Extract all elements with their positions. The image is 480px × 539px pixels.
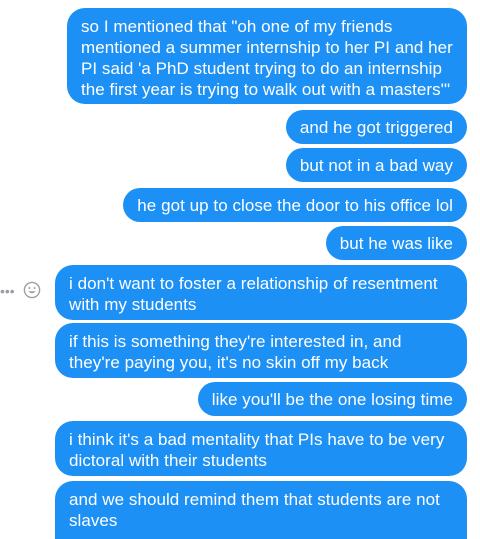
message-bubble[interactable]: so I mentioned that "oh one of my friend… [67, 8, 467, 104]
message-bubble[interactable]: i think it's a bad mentality that PIs ha… [55, 421, 467, 476]
message-bubble[interactable]: if this is something they're interested … [55, 323, 467, 378]
message-text: so I mentioned that "oh one of my friend… [81, 17, 453, 99]
more-options-icon[interactable]: ••• [0, 283, 15, 299]
message-bubble[interactable]: and we should remind them that students … [55, 481, 467, 539]
message-text: i don't want to foster a relationship of… [69, 274, 438, 314]
message-bubble[interactable]: but he was like [325, 226, 467, 260]
message-text: but he was like [339, 234, 453, 253]
message-text: and he got triggered [299, 118, 453, 137]
message-text: but not in a bad way [299, 156, 453, 175]
message-text: like you'll be the one losing time [211, 390, 453, 409]
message-bubble[interactable]: like you'll be the one losing time [197, 382, 467, 416]
message-text: he got up to close the door to his offic… [137, 196, 453, 215]
message-text: and we should remind them that students … [69, 490, 440, 530]
message-bubble[interactable]: i don't want to foster a relationship of… [55, 265, 467, 320]
smiley-face-icon[interactable] [23, 281, 41, 299]
message-text: if this is something they're interested … [69, 332, 402, 372]
message-thread: so I mentioned that "oh one of my friend… [0, 0, 480, 539]
message-bubble[interactable]: but not in a bad way [285, 148, 467, 182]
message-actions: ••• [0, 281, 46, 301]
message-text: i think it's a bad mentality that PIs ha… [69, 430, 445, 470]
message-bubble[interactable]: and he got triggered [285, 110, 467, 144]
message-bubble[interactable]: he got up to close the door to his offic… [123, 188, 467, 222]
